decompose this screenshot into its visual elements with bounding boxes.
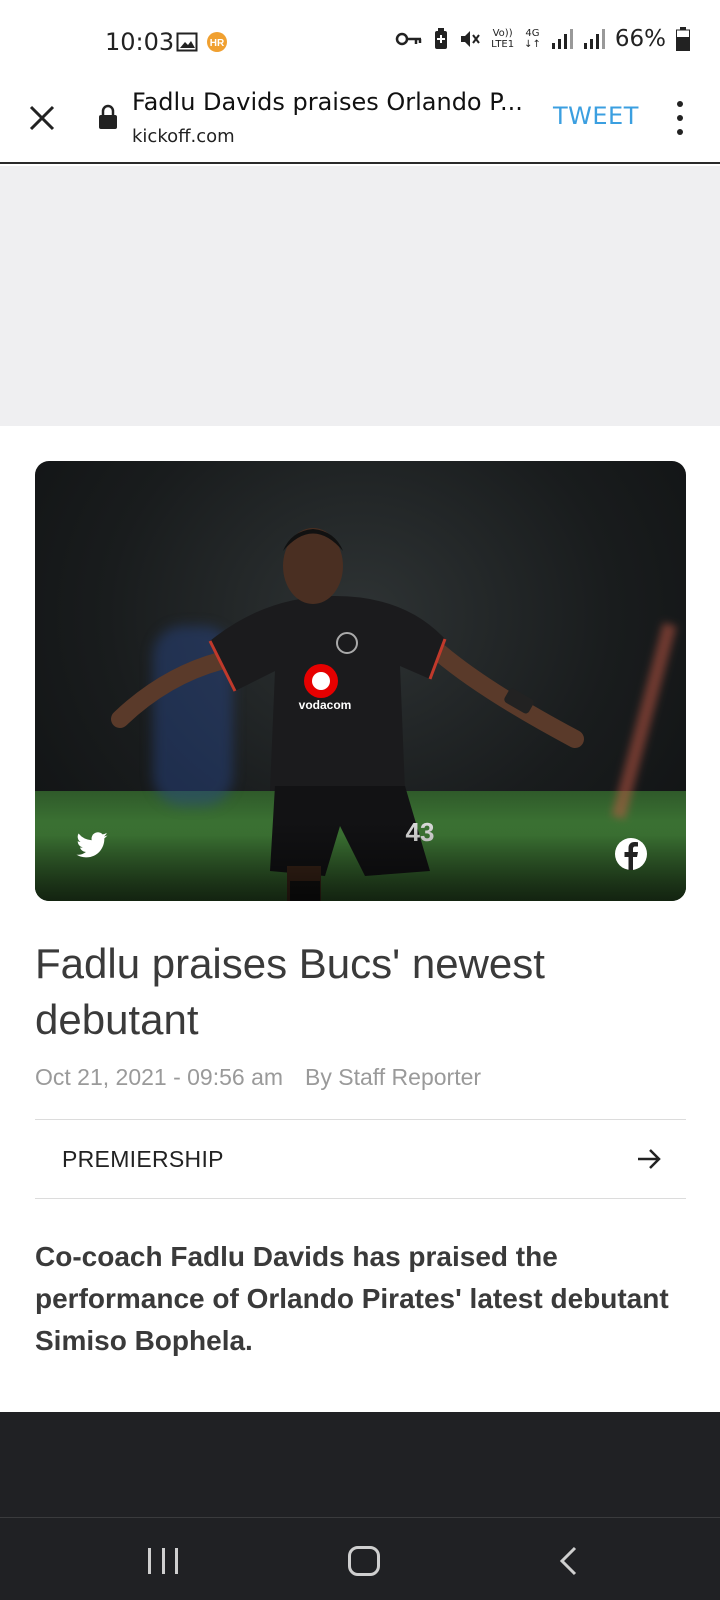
recent-apps-icon [175, 1548, 178, 1574]
menu-dot [677, 101, 683, 107]
ad-placeholder [0, 166, 720, 426]
notification-badge-icon: HR [207, 32, 227, 52]
vpn-key-icon [395, 32, 422, 46]
twitter-icon[interactable] [75, 831, 109, 861]
jersey-sponsor: vodacom [299, 698, 352, 712]
page-url: kickoff.com [132, 126, 235, 147]
menu-dot [677, 129, 683, 135]
image-bottom-fade [35, 821, 686, 901]
status-time: 10:03 [105, 28, 175, 56]
volte-top-text: Vo)) [492, 28, 513, 39]
category-label: PREMIERSHIP [62, 1146, 224, 1172]
recent-apps-button[interactable] [148, 1548, 178, 1574]
article-hero-image: vodacom 43 [35, 461, 686, 901]
recent-apps-icon [148, 1548, 151, 1574]
notification-badge-text: HR [210, 38, 225, 49]
lock-icon [99, 104, 117, 129]
close-icon [29, 105, 55, 131]
article-author: By Staff Reporter [305, 1064, 482, 1090]
volte-icon: Vo)) LTE1 [491, 28, 514, 50]
recent-apps-icon [161, 1548, 165, 1574]
system-navigation-bar [0, 1517, 720, 1600]
battery-percent: 66% [614, 26, 666, 52]
volte-bottom-text: LTE1 [491, 39, 515, 50]
network-type-text: 4G [525, 28, 540, 39]
category-link[interactable]: PREMIERSHIP [35, 1119, 686, 1199]
page-title: Fadlu Davids praises Orlando P... [132, 88, 522, 116]
data-arrows: ↓↑ [524, 39, 541, 50]
status-right-group: Vo)) LTE1 4G ↓↑ 66% [395, 26, 690, 52]
status-bar: 10:03 HR Vo)) LTE1 4G ↓↑ 66% [0, 0, 720, 84]
image-icon [176, 32, 198, 52]
custom-tab-toolbar: Fadlu Davids praises Orlando P... kickof… [0, 84, 720, 164]
data-4g-icon: 4G ↓↑ [524, 28, 541, 50]
close-button[interactable] [22, 98, 62, 138]
battery-icon [676, 27, 690, 51]
facebook-icon[interactable] [614, 837, 648, 871]
signal-icon [551, 29, 573, 49]
arrow-right-icon [638, 1149, 661, 1169]
tweet-button[interactable]: TWEET [553, 102, 639, 130]
article-lead: Co-coach Fadlu Davids has praised the pe… [35, 1241, 669, 1356]
page-footer [0, 1412, 720, 1517]
home-button[interactable] [348, 1546, 380, 1576]
battery-saver-icon [435, 28, 448, 49]
article-meta: Oct 21, 2021 - 09:56 am By Staff Reporter [35, 1064, 481, 1091]
article-headline: Fadlu praises Bucs' newest debutant [35, 940, 545, 1043]
article-date: Oct 21, 2021 - 09:56 am [35, 1064, 284, 1090]
signal-icon [583, 29, 605, 49]
menu-dot [677, 115, 683, 121]
mute-icon [461, 31, 480, 47]
overflow-menu-button[interactable] [664, 98, 696, 138]
back-icon[interactable] [556, 1545, 580, 1577]
